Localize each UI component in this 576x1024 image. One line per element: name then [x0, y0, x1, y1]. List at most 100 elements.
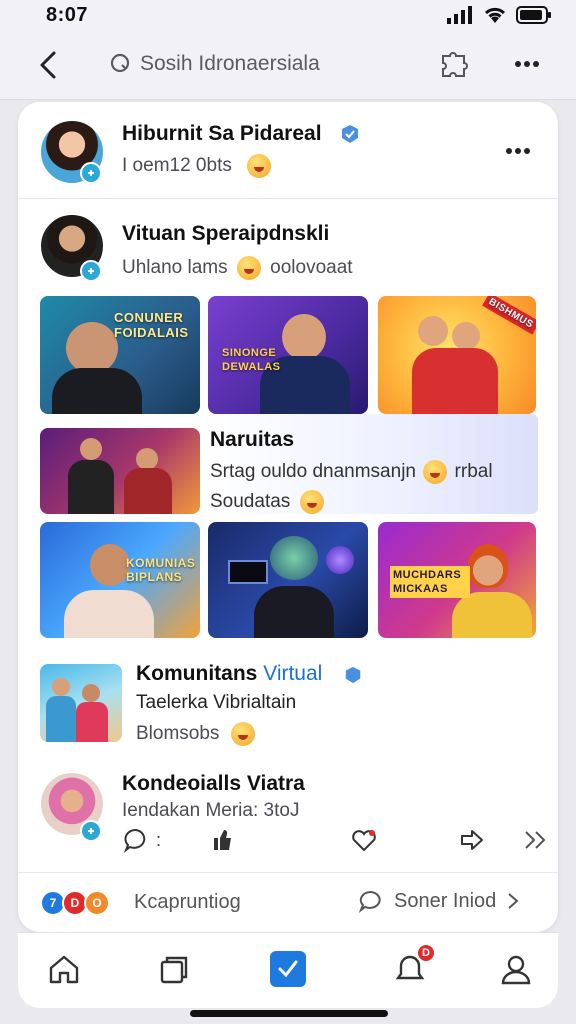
comment-count-dots: : — [156, 830, 162, 850]
wifi-icon — [484, 7, 506, 23]
person-figure — [468, 544, 508, 588]
divider — [18, 198, 558, 199]
person-figure — [418, 316, 448, 346]
puzzle-icon[interactable] — [438, 50, 470, 80]
status-time: 8:07 — [46, 3, 89, 26]
footer-action-label: Soner Iniod — [394, 889, 497, 912]
nav-title: Sosih Idronaersiala — [140, 52, 320, 75]
laugh-emoji-icon — [236, 256, 261, 280]
share-icon[interactable] — [458, 826, 486, 854]
tab-profile[interactable] — [496, 949, 536, 989]
status-bar: 8:07 — [0, 0, 576, 30]
group-body — [412, 348, 498, 414]
community-name-highlight: Virtual — [263, 662, 323, 685]
comment-icon[interactable] — [122, 826, 150, 854]
mini-avatar-stack: 7 D O — [40, 890, 120, 916]
tile-caption: MUCHDARS MICKAAS — [390, 566, 470, 598]
person-body — [452, 592, 532, 638]
person-figure — [82, 684, 100, 702]
status-badge — [80, 162, 102, 184]
battery-icon — [516, 6, 551, 24]
footer-action[interactable]: Soner Iniod — [358, 889, 520, 913]
post-meta: Iendakan Meria: 3toJ — [122, 800, 300, 821]
person-figure — [80, 438, 102, 460]
heart-icon[interactable] — [350, 826, 378, 854]
tab-library[interactable] — [154, 949, 194, 989]
tab-bar: D — [18, 932, 558, 1008]
tile-caption: KOMUNIAS BIPLANS — [126, 556, 196, 584]
laugh-emoji-icon — [230, 722, 255, 746]
plus-icon — [88, 828, 94, 834]
person-body — [124, 468, 172, 514]
community-name-prefix: Komunitans — [136, 662, 258, 685]
person-body — [68, 460, 114, 514]
orb — [326, 546, 354, 574]
footer-link[interactable]: Kcapruntiog — [134, 891, 241, 914]
tab-check[interactable] — [268, 949, 308, 989]
search-icon — [110, 53, 130, 73]
person-body — [76, 702, 108, 742]
feature-line-suffix: rrbal — [454, 461, 493, 483]
feature-line: Srtag ouldo dnanmsanjn rrbal — [210, 460, 493, 484]
gallery-tile[interactable]: CONUNER FOIDALAIS — [40, 296, 200, 414]
feature-line-text: Soudatas — [210, 491, 291, 513]
tab-notifications[interactable]: D — [390, 943, 436, 989]
person-figure — [452, 322, 480, 350]
community-name[interactable]: Komunitans Virtual — [136, 662, 322, 686]
person-figure — [52, 678, 70, 696]
post-author-name[interactable]: Kondeoialls Viatra — [122, 772, 305, 796]
check-icon — [270, 951, 306, 987]
gallery-tile[interactable] — [208, 522, 368, 638]
more-icon[interactable] — [512, 52, 542, 76]
status-icons — [446, 5, 552, 25]
person-body — [254, 586, 334, 638]
chat-bubble-icon — [358, 890, 381, 913]
gallery-tile[interactable]: BISHMUS — [378, 296, 536, 414]
nav-title-group[interactable]: Sosih Idronaersiala — [110, 52, 320, 76]
laugh-emoji-icon — [247, 154, 272, 178]
plus-icon — [88, 268, 94, 274]
community-line: Taelerka Vibrialtain — [136, 692, 297, 713]
verified-icon — [345, 666, 361, 684]
signal-icon — [447, 6, 472, 24]
post-author-name[interactable]: Hiburnit Sa Pidareal — [122, 122, 322, 146]
community-thumbnail[interactable] — [40, 664, 122, 742]
notification-badge: D — [416, 943, 436, 963]
gallery-tile[interactable] — [40, 428, 200, 514]
library-icon — [160, 956, 188, 984]
person-figure — [136, 448, 158, 470]
feed-card: Hiburnit Sa Pidareal I oem12 0bts Vituan… — [18, 102, 558, 932]
chevron-right-icon — [508, 893, 519, 909]
back-chevron-icon[interactable] — [34, 50, 62, 80]
verified-icon — [342, 125, 358, 143]
laugh-emoji-icon — [423, 460, 448, 484]
post-meta-suffix: oolovoaat — [270, 257, 353, 279]
post-meta-text: I oem12 0bts — [122, 155, 232, 177]
feature-line-text: Srtag ouldo dnanmsanjn — [210, 461, 416, 483]
card-footer: 7 D O Kcapruntiog Soner Iniod — [18, 872, 558, 932]
tile-caption: BISHMUS — [482, 296, 536, 335]
post-meta: I oem12 0bts — [122, 154, 272, 178]
post-actions: : — [118, 826, 546, 856]
like-icon[interactable] — [208, 826, 236, 854]
status-badge — [80, 820, 102, 842]
gallery-tile[interactable]: SINONGE DEWALAS — [208, 296, 368, 414]
gallery-tile[interactable]: MUCHDARS MICKAAS — [378, 522, 536, 638]
post-more-icon[interactable] — [504, 146, 534, 156]
tile-caption: CONUNER FOIDALAIS — [114, 310, 189, 340]
feature-title[interactable]: Naruitas — [210, 428, 294, 452]
plus-icon — [88, 170, 94, 176]
post-author-name[interactable]: Vituan Speraipdnskli — [122, 222, 329, 246]
forward-icon[interactable] — [522, 826, 550, 854]
home-indicator — [190, 1010, 388, 1017]
gallery-tile[interactable]: KOMUNIAS BIPLANS — [40, 522, 200, 638]
feature-line: Soudatas — [210, 490, 324, 514]
person-body — [64, 590, 154, 638]
person-figure — [90, 544, 130, 586]
laugh-emoji-icon — [299, 490, 324, 514]
community-line: Blomsobs — [136, 722, 255, 746]
tab-home[interactable] — [44, 949, 84, 989]
community-line-text: Blomsobs — [136, 723, 220, 745]
person-body — [52, 368, 142, 414]
status-badge — [80, 260, 102, 282]
